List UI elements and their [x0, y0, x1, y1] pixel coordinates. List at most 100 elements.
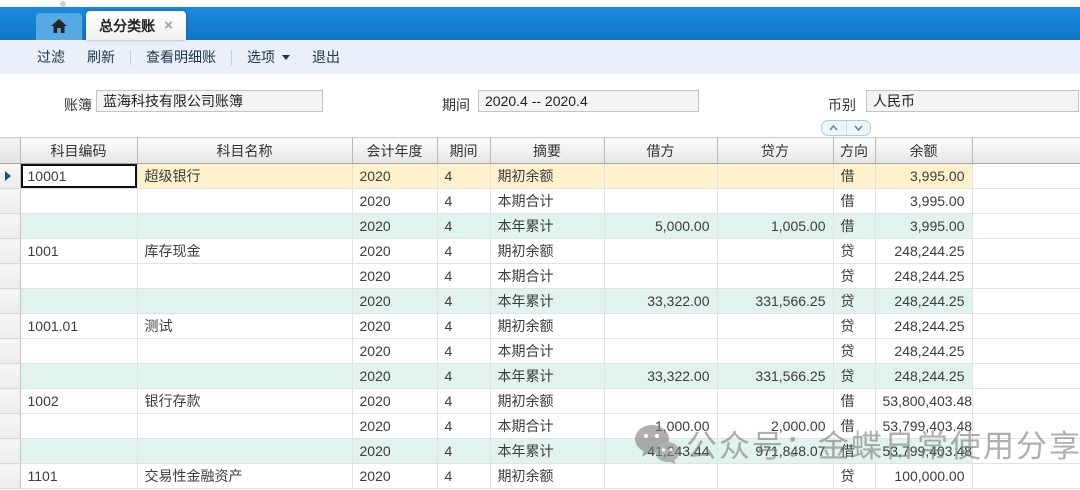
cell-balance[interactable]: 3,995.00 [875, 164, 972, 189]
cell-code[interactable] [20, 189, 137, 214]
view-detail-ledger-button[interactable]: 查看明细账 [144, 45, 218, 69]
cell-code[interactable] [20, 364, 137, 389]
row-selector[interactable] [0, 164, 20, 189]
cell-year[interactable]: 2020 [352, 314, 437, 339]
cell-extra[interactable] [972, 239, 1080, 264]
cell-balance[interactable]: 248,244.25 [875, 364, 972, 389]
cell-credit[interactable] [717, 264, 833, 289]
cell-debit[interactable] [604, 239, 717, 264]
cell-summary[interactable]: 本年累计 [490, 439, 604, 464]
column-header-balance[interactable]: 余额 [875, 138, 972, 164]
row-selector[interactable] [0, 289, 20, 314]
cell-direction[interactable]: 贷 [833, 364, 875, 389]
cell-name[interactable] [137, 289, 352, 314]
cell-direction[interactable]: 贷 [833, 239, 875, 264]
cell-name[interactable] [137, 214, 352, 239]
cell-summary[interactable]: 本年累计 [490, 289, 604, 314]
row-selector[interactable] [0, 464, 20, 489]
column-header-direction[interactable]: 方向 [833, 138, 875, 164]
row-selector[interactable] [0, 214, 20, 239]
cell-summary[interactable]: 期初余额 [490, 239, 604, 264]
row-selector[interactable] [0, 314, 20, 339]
cell-summary[interactable]: 本期合计 [490, 414, 604, 439]
cell-extra[interactable] [972, 339, 1080, 364]
cell-name[interactable]: 测试 [137, 314, 352, 339]
cell-direction[interactable]: 贷 [833, 339, 875, 364]
cell-year[interactable]: 2020 [352, 189, 437, 214]
options-dropdown-button[interactable]: 选项 [245, 45, 292, 69]
cell-year[interactable]: 2020 [352, 439, 437, 464]
cell-balance[interactable]: 248,244.25 [875, 239, 972, 264]
cell-balance[interactable]: 248,244.25 [875, 264, 972, 289]
cell-debit[interactable]: 33,322.00 [604, 289, 717, 314]
cell-year[interactable]: 2020 [352, 464, 437, 489]
refresh-button[interactable]: 刷新 [85, 45, 117, 69]
cell-period[interactable]: 4 [437, 214, 490, 239]
cell-direction[interactable]: 借 [833, 439, 875, 464]
cell-debit[interactable] [604, 464, 717, 489]
tab-general-ledger[interactable]: 总分类账 × [86, 11, 186, 40]
cell-balance[interactable]: 53,800,403.48 [875, 389, 972, 414]
cell-period[interactable]: 4 [437, 339, 490, 364]
cell-year[interactable]: 2020 [352, 164, 437, 189]
cell-extra[interactable] [972, 364, 1080, 389]
cell-period[interactable]: 4 [437, 414, 490, 439]
column-header-code[interactable]: 科目编码 [20, 138, 137, 164]
cell-balance[interactable]: 100,000.00 [875, 464, 972, 489]
currency-input[interactable] [866, 90, 1079, 112]
cell-name[interactable]: 银行存款 [137, 389, 352, 414]
cell-code[interactable]: 1001.01 [20, 314, 137, 339]
cell-code[interactable] [20, 339, 137, 364]
cell-extra[interactable] [972, 389, 1080, 414]
cell-balance[interactable]: 3,995.00 [875, 189, 972, 214]
cell-extra[interactable] [972, 264, 1080, 289]
column-header-year[interactable]: 会计年度 [352, 138, 437, 164]
cell-debit[interactable] [604, 314, 717, 339]
cell-credit[interactable] [717, 464, 833, 489]
cell-period[interactable]: 4 [437, 464, 490, 489]
cell-period[interactable]: 4 [437, 364, 490, 389]
row-selector[interactable] [0, 364, 20, 389]
cell-code[interactable]: 1101 [20, 464, 137, 489]
column-header-summary[interactable]: 摘要 [490, 138, 604, 164]
cell-code[interactable]: 1001 [20, 239, 137, 264]
cell-credit[interactable]: 971,848.07 [717, 439, 833, 464]
cell-credit[interactable]: 331,566.25 [717, 289, 833, 314]
cell-year[interactable]: 2020 [352, 339, 437, 364]
cell-extra[interactable] [972, 214, 1080, 239]
cell-balance[interactable]: 53,799,403.48 [875, 414, 972, 439]
cell-extra[interactable] [972, 439, 1080, 464]
book-input[interactable] [96, 90, 323, 112]
cell-code[interactable]: 10001 [20, 164, 137, 189]
cell-direction[interactable]: 借 [833, 214, 875, 239]
cell-summary[interactable]: 期初余额 [490, 314, 604, 339]
cell-period[interactable]: 4 [437, 189, 490, 214]
cell-extra[interactable] [972, 414, 1080, 439]
cell-debit[interactable] [604, 389, 717, 414]
column-header-period[interactable]: 期间 [437, 138, 490, 164]
cell-direction[interactable]: 贷 [833, 289, 875, 314]
column-header-debit[interactable]: 借方 [604, 138, 717, 164]
cell-name[interactable] [137, 264, 352, 289]
period-input[interactable] [478, 90, 699, 112]
cell-balance[interactable]: 248,244.25 [875, 289, 972, 314]
cell-debit[interactable]: 1,000.00 [604, 414, 717, 439]
row-selector[interactable] [0, 264, 20, 289]
column-header-credit[interactable]: 贷方 [717, 138, 833, 164]
cell-credit[interactable]: 1,005.00 [717, 214, 833, 239]
cell-debit[interactable] [604, 264, 717, 289]
focused-cell[interactable]: 10001 [21, 164, 137, 188]
cell-direction[interactable]: 贷 [833, 314, 875, 339]
cell-summary[interactable]: 期初余额 [490, 389, 604, 414]
cell-name[interactable]: 超级银行 [137, 164, 352, 189]
cell-credit[interactable] [717, 339, 833, 364]
cell-debit[interactable]: 33,322.00 [604, 364, 717, 389]
row-selector[interactable] [0, 339, 20, 364]
cell-year[interactable]: 2020 [352, 289, 437, 314]
cell-credit[interactable] [717, 314, 833, 339]
cell-direction[interactable]: 贷 [833, 464, 875, 489]
cell-credit[interactable] [717, 239, 833, 264]
cell-direction[interactable]: 贷 [833, 264, 875, 289]
cell-year[interactable]: 2020 [352, 239, 437, 264]
cell-code[interactable] [20, 414, 137, 439]
